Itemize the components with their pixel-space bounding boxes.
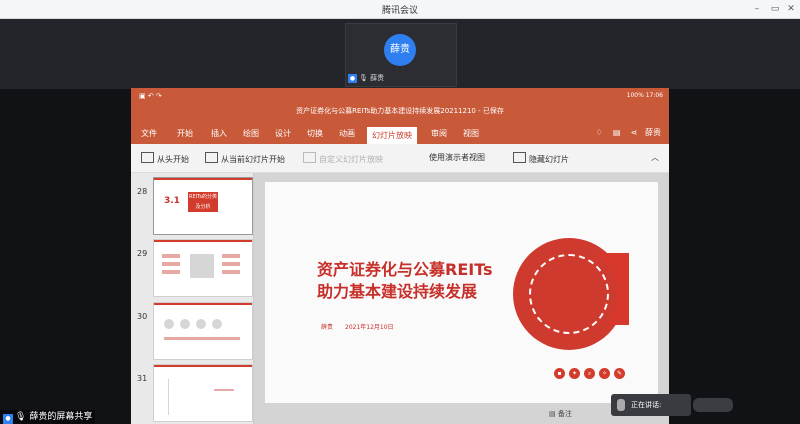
slide-date: 2021年12月10日: [345, 324, 394, 331]
slide-thumbnail-28[interactable]: 3.1 REITs的分类及分析: [153, 177, 253, 235]
slide-thumbnail-29[interactable]: [153, 239, 253, 297]
slideshow-start-icon: [141, 152, 154, 163]
participant-label: ● 🎙 薛贵: [348, 73, 384, 84]
person-icon: ●: [3, 414, 13, 424]
tab-insert[interactable]: 插入: [211, 128, 227, 140]
current-slide[interactable]: 资产证券化与公募REITs 助力基本建设持续发展 薛贵 2021年12月10日 …: [265, 182, 658, 403]
from-current-button[interactable]: 从当前幻灯片开始: [205, 152, 285, 166]
ribbon-tabs: 文件 开始 插入 绘图 设计 切换 动画 幻灯片放映 审阅 视图 ♢ ▤ ⋖ 薛…: [131, 124, 669, 144]
minimize-button[interactable]: –: [748, 2, 766, 16]
slide-author: 薛贵: [321, 324, 334, 331]
avatar: 薛贵: [384, 34, 416, 66]
speaking-label: 正在讲话:: [631, 401, 662, 409]
slide-title-line1: 资产证券化与公募REITs: [317, 260, 493, 279]
tab-transitions[interactable]: 切换: [307, 128, 323, 140]
lightbulb-icon[interactable]: ♢: [596, 128, 603, 137]
from-start-button[interactable]: 从头开始: [141, 152, 189, 166]
hide-slide-icon: [513, 152, 526, 163]
slide-title-line2: 助力基本建设持续发展: [317, 282, 478, 301]
tab-home[interactable]: 开始: [177, 128, 193, 140]
speaking-indicator: 正在讲话:: [611, 394, 691, 416]
window-title: 腾讯会议: [381, 6, 418, 16]
mic-icon: [617, 399, 625, 411]
tab-animations[interactable]: 动画: [339, 128, 355, 140]
medal-icon: ✦: [569, 368, 580, 379]
slide-icon-row: ▪ ✦ ⌕ ✧ ✎: [554, 360, 629, 379]
collapse-ribbon-icon[interactable]: ︿: [651, 152, 659, 164]
thumb-label: 3.1: [164, 196, 180, 206]
slideshow-current-icon: [205, 152, 218, 163]
edit-icon: ✎: [614, 368, 625, 379]
participant-name: 薛贵: [370, 74, 385, 82]
speaker-name-blurred: [693, 398, 733, 412]
ppt-titlebar: ▣ ↶ ↷ 资产证券化与公募REITs助力基本建设持续发展20211210 - …: [131, 88, 669, 124]
tab-design[interactable]: 设计: [275, 128, 291, 140]
powerpoint-window: ▣ ↶ ↷ 资产证券化与公募REITs助力基本建设持续发展20211210 - …: [131, 88, 669, 424]
close-button[interactable]: ✕: [782, 2, 800, 16]
ppt-user[interactable]: 薛贵: [645, 128, 661, 137]
tab-slideshow[interactable]: 幻灯片放映: [367, 127, 417, 144]
present-icon[interactable]: ▤: [613, 128, 621, 137]
hide-slide-button[interactable]: 隐藏幻灯片: [513, 152, 569, 166]
slide-thumbnail-31[interactable]: [153, 364, 253, 422]
tab-file[interactable]: 文件: [141, 128, 157, 140]
thumb-number: 30: [137, 312, 148, 321]
thumb-number: 28: [137, 187, 148, 196]
custom-show-icon: [303, 152, 316, 163]
mic-icon: 🎙: [15, 412, 27, 422]
thumb-number: 29: [137, 249, 148, 258]
tab-review[interactable]: 审阅: [431, 128, 447, 140]
participant-video-tile[interactable]: 薛贵 ● 🎙 薛贵: [345, 23, 457, 87]
thumb-box: REITs的分类及分析: [188, 192, 218, 212]
window-titlebar: 腾讯会议 – ▭ ✕: [0, 0, 800, 19]
tab-view[interactable]: 视图: [463, 128, 479, 140]
share-icon[interactable]: ⋖: [631, 128, 638, 137]
ppt-doc-title: 资产证券化与公募REITs助力基本建设持续发展20211210 - 已保存: [296, 107, 504, 115]
custom-slideshow-button[interactable]: 自定义幻灯片放映: [303, 152, 383, 166]
presenter-view-checkbox[interactable]: 使用演示者视图: [429, 152, 485, 164]
screen-share-label: ● 🎙 薛贵的屏幕共享: [0, 410, 96, 424]
bulb-icon: ✧: [599, 368, 610, 379]
mic-icon: 🎙: [359, 74, 368, 82]
ribbon-slideshow: 从头开始 从当前幻灯片开始 自定义幻灯片放映 使用演示者视图 隐藏幻灯片 ︿: [131, 144, 669, 173]
ribbon-tool-icons[interactable]: ♢ ▤ ⋖ 薛贵: [596, 127, 661, 138]
notes-button[interactable]: ▤ 备注: [549, 409, 572, 419]
quick-access-icons[interactable]: ▣ ↶ ↷: [139, 92, 162, 100]
ppt-status: 100% 17:06: [626, 92, 663, 99]
search-icon: ⌕: [584, 368, 595, 379]
slide-thumbnail-30[interactable]: [153, 302, 253, 360]
thumb-number: 31: [137, 374, 148, 383]
person-icon: ●: [348, 74, 357, 83]
slide-editor-area: 资产证券化与公募REITs 助力基本建设持续发展 薛贵 2021年12月10日 …: [254, 173, 669, 424]
tab-draw[interactable]: 绘图: [243, 128, 259, 140]
slide-thumbnails-pane: 28 3.1 REITs的分类及分析 29 30 31: [131, 173, 254, 424]
building-icon: ▪: [554, 368, 565, 379]
